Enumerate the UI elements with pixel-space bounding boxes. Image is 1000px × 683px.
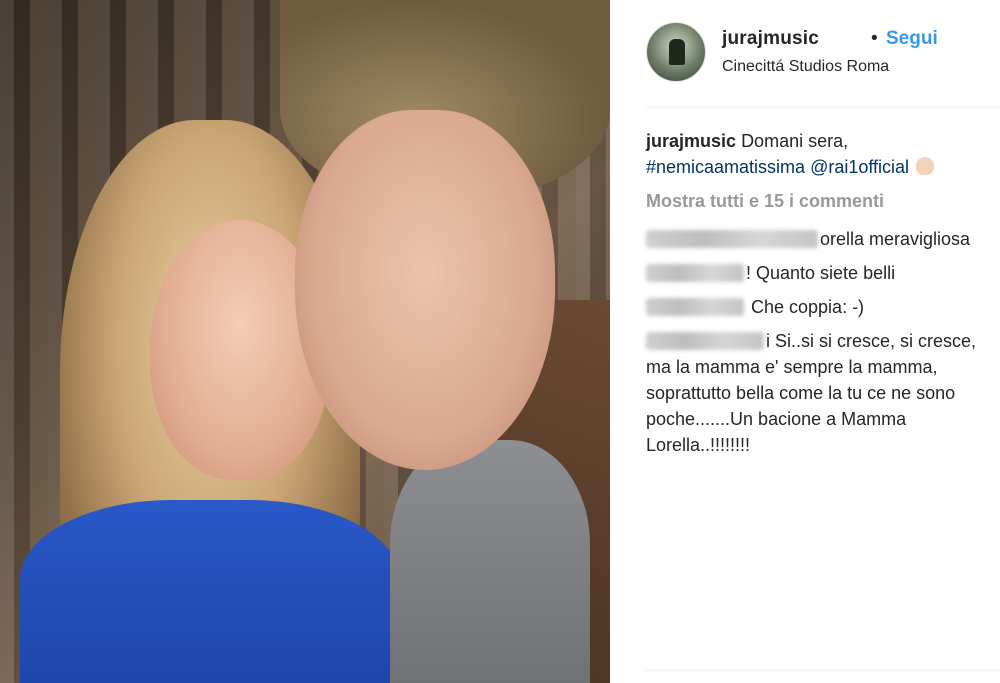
ok-hand-emoji-icon bbox=[916, 157, 935, 175]
post-photo[interactable] bbox=[0, 0, 610, 683]
comment-text: Che coppia: -) bbox=[746, 297, 865, 317]
username-link[interactable]: jurajmusic bbox=[722, 28, 819, 50]
separator-dot: • bbox=[871, 28, 878, 49]
caption-username[interactable]: jurajmusic bbox=[646, 131, 736, 151]
man-shirt bbox=[390, 440, 590, 683]
avatar[interactable] bbox=[646, 22, 706, 82]
header-divider bbox=[646, 107, 1000, 108]
follow-button[interactable]: Segui bbox=[886, 28, 938, 50]
blurred-username bbox=[646, 230, 818, 248]
comment-text: orella meravigliosa bbox=[820, 229, 971, 249]
blurred-username bbox=[646, 332, 764, 350]
comment-item: Che coppia: -) bbox=[646, 294, 1000, 320]
woman-blue-top bbox=[20, 500, 400, 683]
show-all-comments-link[interactable]: Mostra tutti e 15 i commenti bbox=[646, 188, 1000, 214]
comment-text: ! Quanto siete belli bbox=[746, 263, 896, 283]
location-link[interactable]: Cinecittá Studios Roma bbox=[722, 58, 889, 76]
bottom-divider bbox=[646, 670, 1000, 671]
blurred-username bbox=[646, 298, 744, 316]
comment-item: orella meravigliosa bbox=[646, 226, 1000, 252]
mention-link[interactable]: @rai1official bbox=[810, 157, 909, 177]
caption: jurajmusic Domani sera, #nemicaamatissim… bbox=[646, 128, 1000, 180]
post-header: jurajmusic • Segui Cinecittá Studios Rom… bbox=[646, 20, 1000, 86]
post-side-panel: jurajmusic • Segui Cinecittá Studios Rom… bbox=[610, 0, 1000, 683]
comments-section: jurajmusic Domani sera, #nemicaamatissim… bbox=[646, 128, 1000, 466]
blurred-username bbox=[646, 264, 744, 282]
comment-item: i Si..si si cresce, si cresce, ma la mam… bbox=[646, 328, 1000, 458]
caption-text: Domani sera, bbox=[741, 131, 849, 151]
man-face bbox=[295, 110, 555, 470]
hashtag-link[interactable]: #nemicaamatissima bbox=[646, 157, 805, 177]
comment-item: ! Quanto siete belli bbox=[646, 260, 1000, 286]
